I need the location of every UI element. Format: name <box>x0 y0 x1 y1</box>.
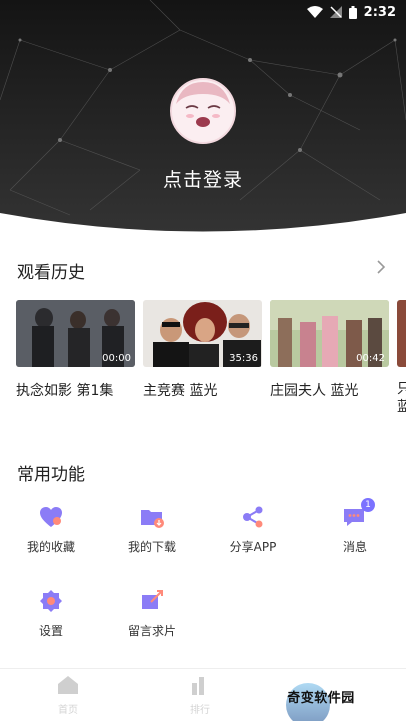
history-card[interactable]: 00:00 执念如影 第1集 <box>16 300 135 400</box>
functions-section-title: 常用功能 <box>17 465 85 485</box>
nav-home[interactable]: 首页 <box>28 675 108 716</box>
watermark-text: 奇变软件园 <box>287 691 355 706</box>
history-card[interactable]: 00:42 庄园夫人 蓝光 <box>270 300 389 400</box>
nav-home-label: 首页 <box>58 705 78 716</box>
settings-button[interactable]: 设置 <box>1 588 101 639</box>
history-card[interactable]: 只 蓝 <box>397 300 406 416</box>
heart-icon <box>38 504 64 530</box>
favorites-button[interactable]: 我的收藏 <box>1 504 101 555</box>
chevron-right-icon[interactable] <box>374 259 388 275</box>
share-app-button[interactable]: 分享APP <box>203 504 303 555</box>
video-thumbnail: 00:00 <box>16 300 135 367</box>
bottom-nav: 首页 排行 奇变软件园 <box>0 668 406 721</box>
settings-icon <box>38 588 64 614</box>
downloads-button[interactable]: 我的下载 <box>102 504 202 555</box>
video-duration: 00:42 <box>356 353 385 364</box>
rank-icon <box>192 677 204 695</box>
home-icon <box>58 676 78 694</box>
video-title: 只 蓝 <box>397 381 406 415</box>
share-app-label: 分享APP <box>229 540 277 554</box>
request-icon <box>139 588 165 614</box>
favorites-label: 我的收藏 <box>26 540 75 554</box>
login-button[interactable]: 点击登录 <box>0 165 406 192</box>
wifi-icon <box>306 6 323 18</box>
video-thumbnail <box>397 300 406 367</box>
anime-avatar <box>172 80 234 142</box>
downloads-label: 我的下载 <box>127 540 176 554</box>
history-card[interactable]: 35:36 主竞赛 蓝光 <box>143 300 262 400</box>
profile-header: 2:32 点击登录 <box>0 0 406 240</box>
status-time: 2:32 <box>363 4 396 20</box>
message-icon: 1 <box>342 498 375 530</box>
video-thumbnail: 35:36 <box>143 300 262 367</box>
messages-label: 消息 <box>342 540 367 554</box>
settings-label: 设置 <box>38 624 63 638</box>
share-icon <box>240 504 266 530</box>
request-movie-label: 留言求片 <box>127 624 176 638</box>
history-section-title: 观看历史 <box>17 263 85 283</box>
nav-rank[interactable]: 排行 <box>160 675 240 716</box>
avatar[interactable] <box>170 78 236 144</box>
nav-rank-label: 排行 <box>190 705 210 716</box>
battery-icon <box>348 5 357 19</box>
messages-button[interactable]: 1 消息 <box>305 498 405 555</box>
video-title: 庄园夫人 蓝光 <box>270 383 359 399</box>
video-title: 主竞赛 蓝光 <box>143 383 218 399</box>
video-duration: 00:00 <box>102 353 131 364</box>
no-signal-icon <box>329 6 342 18</box>
video-title: 执念如影 第1集 <box>16 383 114 399</box>
status-bar: 2:32 <box>0 0 406 24</box>
download-folder-icon <box>139 504 165 530</box>
message-badge: 1 <box>361 498 375 512</box>
watermark-logo: 奇变软件园 <box>266 683 376 721</box>
request-movie-button[interactable]: 留言求片 <box>102 588 202 639</box>
video-thumbnail: 00:42 <box>270 300 389 367</box>
history-list: 00:00 执念如影 第1集 35:36 主竞赛 蓝光 00:42 庄园夫人 蓝… <box>16 300 406 430</box>
video-duration: 35:36 <box>229 353 258 364</box>
